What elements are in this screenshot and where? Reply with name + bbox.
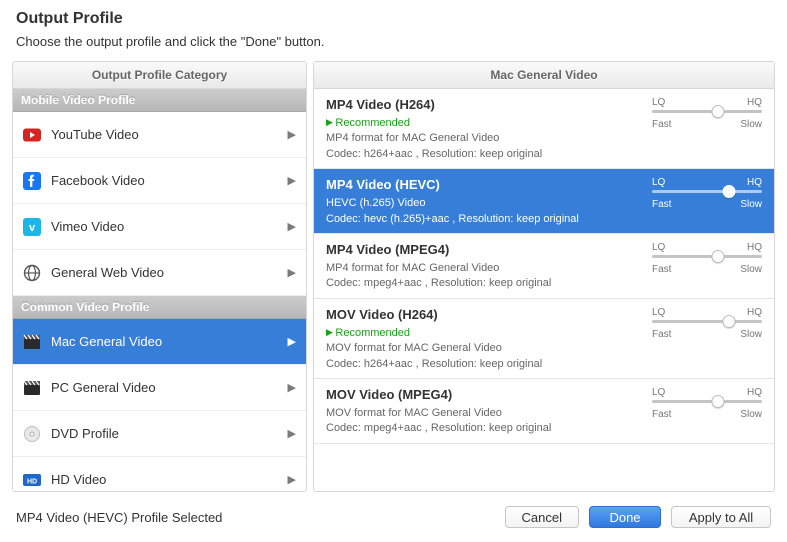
slider-thumb[interactable] bbox=[712, 105, 725, 118]
category-item[interactable]: Mac General Video ▶ bbox=[13, 319, 306, 365]
chevron-right-icon: ▶ bbox=[288, 335, 296, 348]
quality-control: LQ HQ Fast Slow bbox=[652, 242, 762, 277]
format-line2: Codec: h264+aac , Resolution: keep origi… bbox=[326, 357, 762, 372]
format-item[interactable]: MP4 Video (HEVC)HEVC (h.265) VideoCodec:… bbox=[314, 169, 774, 234]
lq-label: LQ bbox=[652, 307, 665, 318]
hq-label: HQ bbox=[747, 242, 762, 253]
fast-label: Fast bbox=[652, 409, 671, 420]
slow-label: Slow bbox=[740, 264, 762, 275]
category-item-label: Mac General Video bbox=[51, 334, 162, 349]
category-item[interactable]: YouTube Video ▶ bbox=[13, 112, 306, 158]
category-list[interactable]: Mobile Video ProfileYouTube Video▶Facebo… bbox=[13, 89, 306, 491]
lq-label: LQ bbox=[652, 177, 665, 188]
clap-icon bbox=[23, 379, 41, 397]
clap-icon bbox=[23, 333, 41, 351]
format-line2: Codec: mpeg4+aac , Resolution: keep orig… bbox=[326, 421, 762, 436]
quality-slider[interactable] bbox=[652, 190, 762, 193]
vimeo-icon: v bbox=[23, 218, 41, 236]
format-item[interactable]: MP4 Video (H264)RecommendedMP4 format fo… bbox=[314, 89, 774, 169]
chevron-right-icon: ▶ bbox=[288, 381, 296, 394]
chevron-right-icon: ▶ bbox=[288, 266, 296, 279]
format-panel: Mac General Video MP4 Video (H264)Recomm… bbox=[313, 61, 775, 492]
svg-text:v: v bbox=[29, 222, 36, 234]
lq-label: LQ bbox=[652, 242, 665, 253]
chevron-right-icon: ▶ bbox=[288, 128, 296, 141]
slow-label: Slow bbox=[740, 409, 762, 420]
format-item[interactable]: MP4 Video (MPEG4)MP4 format for MAC Gene… bbox=[314, 234, 774, 299]
quality-control: LQ HQ Fast Slow bbox=[652, 97, 762, 132]
chevron-right-icon: ▶ bbox=[288, 427, 296, 440]
slider-thumb[interactable] bbox=[723, 315, 736, 328]
slow-label: Slow bbox=[740, 329, 762, 340]
category-item[interactable]: DVD Profile ▶ bbox=[13, 411, 306, 457]
quality-control: LQ HQ Fast Slow bbox=[652, 307, 762, 342]
apply-to-all-button[interactable]: Apply to All bbox=[671, 506, 771, 528]
quality-slider[interactable] bbox=[652, 320, 762, 323]
hd-icon: HD bbox=[23, 471, 41, 489]
dialog-body: Output Profile Category Mobile Video Pro… bbox=[0, 55, 787, 492]
format-line2: Codec: mpeg4+aac , Resolution: keep orig… bbox=[326, 276, 762, 291]
slider-thumb[interactable] bbox=[723, 185, 736, 198]
chevron-right-icon: ▶ bbox=[288, 220, 296, 233]
category-item-label: General Web Video bbox=[51, 265, 164, 280]
fast-label: Fast bbox=[652, 264, 671, 275]
category-group-header: Mobile Video Profile bbox=[13, 89, 306, 112]
category-item-label: Vimeo Video bbox=[51, 219, 124, 234]
lq-label: LQ bbox=[652, 387, 665, 398]
format-line1: MOV format for MAC General Video bbox=[326, 341, 762, 356]
format-line2: Codec: h264+aac , Resolution: keep origi… bbox=[326, 147, 762, 162]
category-item[interactable]: v Vimeo Video ▶ bbox=[13, 204, 306, 250]
quality-slider[interactable] bbox=[652, 400, 762, 403]
slow-label: Slow bbox=[740, 119, 762, 130]
slider-thumb[interactable] bbox=[712, 395, 725, 408]
done-button[interactable]: Done bbox=[589, 506, 661, 528]
quality-control: LQ HQ Fast Slow bbox=[652, 387, 762, 422]
output-profile-dialog: Output Profile Choose the output profile… bbox=[0, 0, 787, 542]
quality-slider[interactable] bbox=[652, 255, 762, 258]
hq-label: HQ bbox=[747, 177, 762, 188]
category-group-header: Common Video Profile bbox=[13, 296, 306, 319]
fast-label: Fast bbox=[652, 199, 671, 210]
category-item[interactable]: PC General Video ▶ bbox=[13, 365, 306, 411]
slider-thumb[interactable] bbox=[712, 250, 725, 263]
category-item[interactable]: General Web Video ▶ bbox=[13, 250, 306, 296]
svg-text:HD: HD bbox=[27, 478, 37, 485]
globe-icon bbox=[23, 264, 41, 282]
category-item-label: PC General Video bbox=[51, 380, 156, 395]
facebook-icon bbox=[23, 172, 41, 190]
category-item[interactable]: Facebook Video ▶ bbox=[13, 158, 306, 204]
disc-icon bbox=[23, 425, 41, 443]
dialog-header: Output Profile Choose the output profile… bbox=[0, 0, 787, 55]
lq-label: LQ bbox=[652, 97, 665, 108]
chevron-right-icon: ▶ bbox=[288, 473, 296, 486]
category-item-label: HD Video bbox=[51, 472, 106, 487]
dialog-footer: MP4 Video (HEVC) Profile Selected Cancel… bbox=[0, 492, 787, 542]
format-item[interactable]: MOV Video (MPEG4)MOV format for MAC Gene… bbox=[314, 379, 774, 444]
category-item-label: Facebook Video bbox=[51, 173, 145, 188]
fast-label: Fast bbox=[652, 119, 671, 130]
slow-label: Slow bbox=[740, 199, 762, 210]
hq-label: HQ bbox=[747, 97, 762, 108]
quality-control: LQ HQ Fast Slow bbox=[652, 177, 762, 212]
dialog-subtitle: Choose the output profile and click the … bbox=[16, 34, 771, 49]
format-line1: MP4 format for MAC General Video bbox=[326, 131, 762, 146]
format-list[interactable]: MP4 Video (H264)RecommendedMP4 format fo… bbox=[314, 89, 774, 491]
hq-label: HQ bbox=[747, 387, 762, 398]
fast-label: Fast bbox=[652, 329, 671, 340]
category-item[interactable]: HD HD Video ▶ bbox=[13, 457, 306, 491]
chevron-right-icon: ▶ bbox=[288, 174, 296, 187]
format-item[interactable]: MOV Video (H264)RecommendedMOV format fo… bbox=[314, 299, 774, 379]
category-item-label: DVD Profile bbox=[51, 426, 119, 441]
cancel-button[interactable]: Cancel bbox=[505, 506, 579, 528]
category-item-label: YouTube Video bbox=[51, 127, 139, 142]
quality-slider[interactable] bbox=[652, 110, 762, 113]
status-text: MP4 Video (HEVC) Profile Selected bbox=[16, 510, 495, 525]
youtube-icon bbox=[23, 126, 41, 144]
format-line2: Codec: hevc (h.265)+aac , Resolution: ke… bbox=[326, 212, 762, 227]
format-panel-header: Mac General Video bbox=[314, 62, 774, 89]
hq-label: HQ bbox=[747, 307, 762, 318]
category-panel: Output Profile Category Mobile Video Pro… bbox=[12, 61, 307, 492]
category-panel-header: Output Profile Category bbox=[13, 62, 306, 89]
dialog-title: Output Profile bbox=[16, 10, 771, 28]
